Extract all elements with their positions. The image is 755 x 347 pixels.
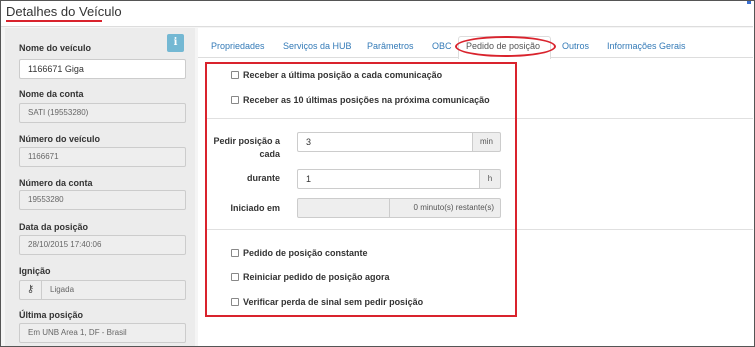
position-date-field: 28/10/2015 17:40:06 (19, 235, 186, 255)
restart-request-option-label: Reiniciar pedido de posição agora (243, 272, 390, 282)
vehicle-number-field: 1166671 (19, 147, 186, 167)
title-underline (6, 20, 102, 22)
vehicle-name-label: Nome do veículo (19, 43, 92, 53)
account-number-label: Número da conta (19, 178, 93, 188)
tab-parameters[interactable]: Parâmetros (367, 41, 414, 51)
form-divider-1 (207, 118, 515, 119)
last-position-field: Em UNB Area 1, DF - Brasil (19, 323, 186, 343)
last-position-label: Última posição (19, 310, 84, 320)
request-every-label-line2: cada (259, 149, 280, 159)
during-unit: h (480, 169, 501, 189)
constant-request-checkbox[interactable] (231, 249, 239, 257)
tab-hub-services[interactable]: Serviços da HUB (283, 41, 352, 51)
signal-loss-checkbox[interactable] (231, 298, 239, 306)
vehicle-number-label: Número do veículo (19, 134, 101, 144)
request-every-unit: min (473, 132, 501, 152)
request-every-label-line1: Pedir posição a (213, 136, 280, 146)
restart-request-checkbox[interactable] (231, 273, 239, 281)
title-bar: Detalhes do Veículo (1, 1, 753, 27)
account-number-field: 19553280 (19, 190, 186, 210)
constant-request-option-label: Pedido de posição constante (243, 248, 368, 258)
ignition-value: Ligada (50, 285, 75, 294)
account-name-label: Nome da conta (19, 89, 84, 99)
last-10-positions-checkbox[interactable] (231, 96, 239, 104)
divider-right-1 (517, 118, 753, 119)
last-10-positions-option-label: Receber as 10 últimas posições na próxim… (243, 95, 490, 105)
page-title: Detalhes do Veículo (6, 4, 122, 19)
last-position-option-label: Receber a última posição a cada comunica… (243, 70, 443, 80)
key-icon: ⚷ (20, 281, 42, 299)
corner-mark (747, 1, 751, 4)
remaining-time: 0 minuto(s) restante(s) (390, 198, 501, 218)
info-icon[interactable]: i (167, 34, 184, 52)
request-every-input[interactable]: 3 (297, 132, 473, 152)
during-input[interactable]: 1 (297, 169, 480, 189)
ignition-label: Ignição (19, 266, 51, 276)
tab-others[interactable]: Outros (562, 41, 589, 51)
form-divider-2 (207, 229, 515, 230)
position-date-label: Data da posição (19, 222, 89, 232)
started-field (297, 198, 390, 218)
divider-right-2 (517, 229, 753, 230)
started-label: Iniciado em (230, 203, 280, 213)
tab-properties[interactable]: Propriedades (211, 41, 265, 51)
last-position-checkbox[interactable] (231, 71, 239, 79)
account-name-field: SATI (19553280) (19, 103, 186, 123)
during-label: durante (246, 173, 280, 183)
ignition-field: ⚷ Ligada (19, 280, 186, 300)
tab-obc[interactable]: OBC (432, 41, 452, 51)
vehicle-name-field[interactable]: 1166671 Giga (19, 59, 186, 79)
tab-general-info[interactable]: Informações Gerais (607, 41, 686, 51)
highlight-ellipse (455, 36, 556, 57)
signal-loss-option-label: Verificar perda de sinal sem pedir posiç… (243, 297, 424, 307)
